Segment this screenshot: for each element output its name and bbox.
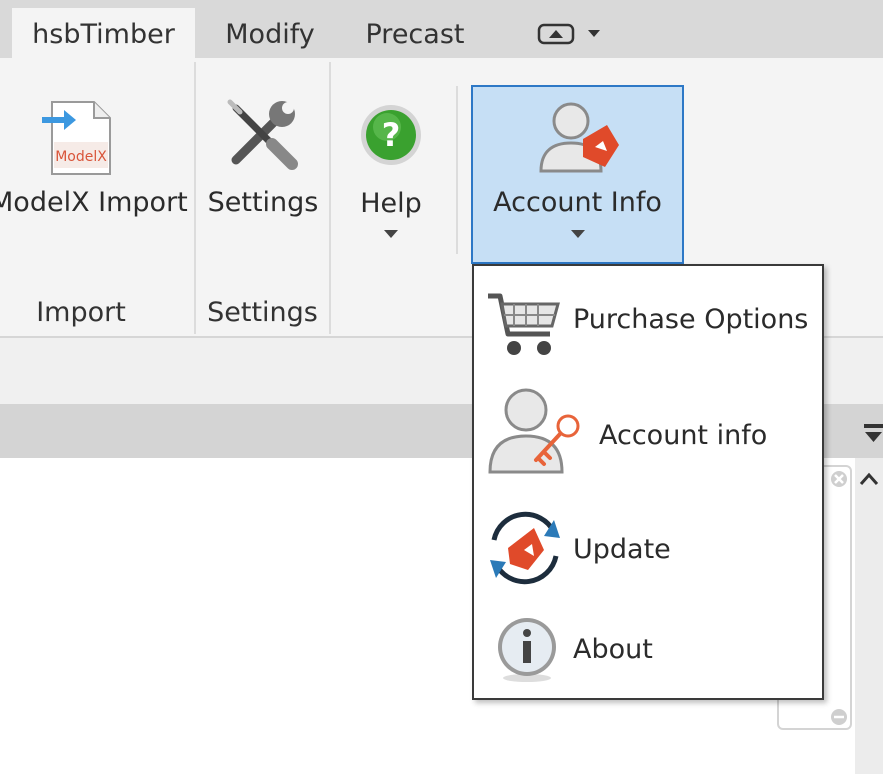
menu-item-about[interactable]: About: [474, 600, 822, 700]
menu-item-update[interactable]: Update: [474, 500, 822, 600]
chevron-down-icon: [570, 230, 585, 238]
info-icon: [498, 618, 556, 682]
cart-icon: [488, 293, 560, 355]
chevron-down-icon: [588, 30, 600, 37]
menu-item-label: Purchase Options: [573, 304, 809, 335]
group-label-import: Import: [36, 297, 126, 328]
svg-text:?: ?: [382, 116, 401, 154]
modelx-import-label: ModelX Import: [0, 187, 188, 218]
help-label: Help: [360, 188, 422, 219]
button-separator: [456, 86, 458, 254]
menu-item-label: Update: [573, 534, 671, 565]
close-icon[interactable]: [829, 469, 849, 489]
menu-item-label: Account info: [599, 420, 768, 451]
menu-item-account-info[interactable]: Account info: [474, 382, 822, 482]
help-icon: ?: [361, 105, 421, 165]
account-info-button[interactable]: Account Info: [471, 85, 684, 264]
panel-menu-icon[interactable]: [864, 424, 883, 446]
tab-hsbtimber[interactable]: hsbTimber: [12, 8, 195, 58]
tab-modify[interactable]: Modify: [196, 8, 344, 58]
update-icon: [490, 511, 560, 585]
tab-precast[interactable]: Precast: [346, 8, 484, 58]
group-separator: [194, 62, 196, 334]
menu-item-label: About: [573, 634, 653, 665]
help-button[interactable]: ? Help: [340, 58, 442, 258]
user-key-icon: [488, 388, 580, 474]
group-label-settings: Settings: [207, 297, 318, 328]
zoom-out-icon[interactable]: [829, 707, 849, 727]
settings-button[interactable]: Settings: [200, 58, 326, 258]
account-info-label: Account Info: [493, 187, 662, 218]
settings-label: Settings: [207, 187, 319, 218]
svg-text:ModelX: ModelX: [55, 149, 107, 165]
ribbon-tab-strip: hsbTimber Modify Precast: [0, 0, 883, 58]
ribbon-display-options-button[interactable]: [537, 20, 607, 50]
chevron-up-icon[interactable]: [859, 472, 879, 486]
vertical-scrollbar[interactable]: [855, 458, 883, 774]
menu-item-purchase-options[interactable]: Purchase Options: [474, 280, 822, 380]
modelx-import-button[interactable]: ModelX ModelX Import: [0, 58, 188, 258]
modelx-file-icon: ModelX: [42, 101, 111, 175]
group-separator: [329, 62, 331, 334]
account-info-dropdown-menu: Purchase Options Account info Update Abo…: [472, 264, 824, 700]
account-user-icon: [539, 102, 619, 173]
chevron-down-icon: [384, 230, 398, 238]
wrench-screwdriver-icon: [227, 99, 298, 170]
